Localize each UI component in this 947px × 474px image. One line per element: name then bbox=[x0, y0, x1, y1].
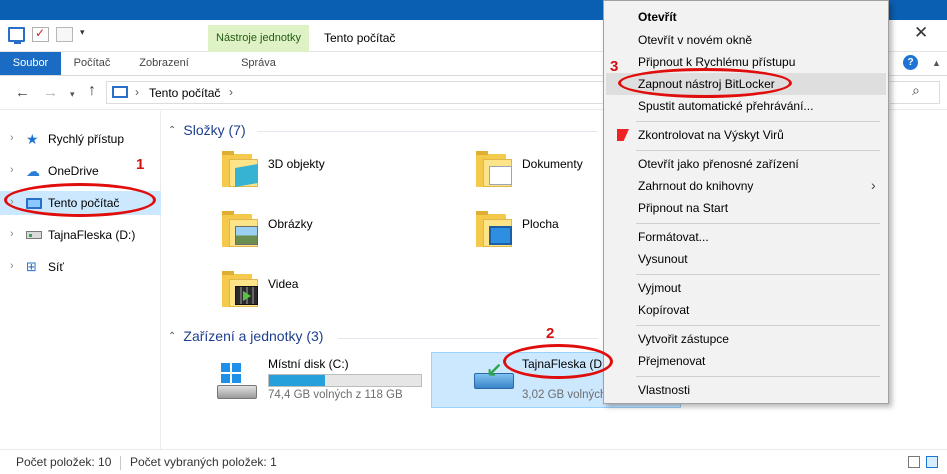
menu-item-eject[interactable]: Vysunout bbox=[606, 248, 886, 270]
annotation-step-3: 3 bbox=[610, 58, 619, 75]
details-view-icon[interactable] bbox=[908, 456, 920, 468]
expand-chevron-icon[interactable]: › bbox=[10, 132, 14, 144]
videos-folder-icon[interactable] bbox=[222, 271, 258, 307]
local-disk-icon[interactable] bbox=[217, 363, 259, 399]
drive-free-space: 3,02 GB volných bbox=[522, 389, 607, 401]
disk-usage-bar bbox=[268, 374, 422, 387]
address-bar[interactable]: › Tento počítač › bbox=[106, 81, 606, 104]
sidebar-item-label: OneDrive bbox=[48, 164, 99, 178]
properties-icon[interactable] bbox=[32, 26, 49, 42]
folder-name[interactable]: 3D objekty bbox=[268, 157, 325, 171]
annotation-ring-bitlocker bbox=[618, 68, 792, 98]
menu-item-create-shortcut[interactable]: Vytvořit zástupce bbox=[606, 328, 886, 350]
menu-item-scan-viruses[interactable]: Zkontrolovat na Výskyt Virů bbox=[606, 124, 886, 146]
drive-free-space: 74,4 GB volných z 118 GB bbox=[268, 389, 403, 401]
close-icon[interactable]: ✕ bbox=[914, 23, 928, 43]
submenu-arrow-icon: › bbox=[871, 177, 876, 193]
folder-name[interactable]: Videa bbox=[268, 277, 298, 291]
menu-separator bbox=[636, 150, 880, 151]
computer-icon bbox=[8, 27, 25, 44]
search-icon[interactable]: ⌕ bbox=[912, 82, 920, 99]
network-icon: ⊞ bbox=[26, 259, 37, 274]
sidebar-item-label: Rychlý přístup bbox=[48, 132, 125, 146]
breadcrumb-chevron-icon[interactable]: › bbox=[135, 85, 139, 99]
pictures-folder-icon[interactable] bbox=[222, 211, 258, 247]
menu-item-open[interactable]: Otevřít bbox=[606, 6, 886, 28]
folder-name[interactable]: Obrázky bbox=[268, 217, 313, 231]
menu-item-open-new-window[interactable]: Otevřít v novém okně bbox=[606, 29, 886, 51]
group-divider bbox=[338, 338, 598, 339]
menu-separator bbox=[636, 121, 880, 122]
sidebar-item-network[interactable]: › ⊞ Síť bbox=[0, 255, 161, 279]
annotation-step-1: 1 bbox=[136, 156, 145, 173]
tiles-view-icon[interactable] bbox=[926, 456, 938, 468]
group-title: Zařízení a jednotky (3) bbox=[183, 328, 324, 344]
drive-icon bbox=[26, 231, 42, 239]
selected-count: Počet vybraných položek: 1 bbox=[130, 455, 277, 469]
tab-manage[interactable]: Správa bbox=[208, 52, 309, 75]
breadcrumb[interactable]: Tento počítač bbox=[149, 86, 220, 100]
menu-separator bbox=[636, 376, 880, 377]
menu-item-open-portable-device[interactable]: Otevřít jako přenosné zařízení bbox=[606, 153, 886, 175]
forward-arrow-icon[interactable]: → bbox=[43, 84, 58, 101]
menu-item-properties[interactable]: Vlastnosti bbox=[606, 379, 886, 401]
tab-view[interactable]: Zobrazení bbox=[124, 52, 204, 75]
view-switcher bbox=[908, 456, 938, 468]
menu-item-rename[interactable]: Přejmenovat bbox=[606, 350, 886, 372]
group-header-devices[interactable]: ⌃ Zařízení a jednotky (3) bbox=[168, 328, 323, 344]
tab-computer[interactable]: Počítač bbox=[62, 52, 122, 75]
status-divider bbox=[120, 456, 121, 470]
collapse-caret-icon[interactable]: ⌃ bbox=[168, 331, 176, 342]
status-bar: Počet položek: 10 Počet vybraných polože… bbox=[0, 449, 947, 474]
folder-name[interactable]: Plocha bbox=[522, 217, 559, 231]
star-icon: ★ bbox=[26, 131, 39, 147]
expand-chevron-icon[interactable]: › bbox=[10, 228, 14, 240]
menu-item-pin-to-start[interactable]: Připnout na Start bbox=[606, 197, 886, 219]
sidebar-item-label: TajnaFleska (D:) bbox=[48, 228, 136, 242]
cloud-icon: ☁ bbox=[26, 163, 40, 179]
group-divider bbox=[257, 131, 597, 132]
back-arrow-icon[interactable]: ← bbox=[15, 84, 30, 101]
desktop-folder-icon[interactable] bbox=[476, 211, 512, 247]
group-header-folders[interactable]: ⌃ Složky (7) bbox=[168, 122, 246, 138]
menu-item-cut[interactable]: Vyjmout bbox=[606, 277, 886, 299]
sidebar-item-quick-access[interactable]: › ★ Rychlý přístup bbox=[0, 127, 161, 151]
disk-usage-fill bbox=[269, 375, 326, 386]
up-arrow-icon[interactable]: ↑ bbox=[88, 82, 96, 100]
documents-folder-icon[interactable] bbox=[476, 151, 512, 187]
menu-separator bbox=[636, 325, 880, 326]
quick-access-toolbar: ▾ bbox=[8, 26, 90, 44]
menu-separator bbox=[636, 274, 880, 275]
menu-item-include-in-library[interactable]: Zahrnout do knihovny › bbox=[606, 175, 886, 197]
annotation-ring-this-pc bbox=[4, 183, 156, 217]
new-folder-icon[interactable] bbox=[56, 27, 73, 42]
folder-name[interactable]: Dokumenty bbox=[522, 157, 583, 171]
monitor-icon bbox=[112, 86, 128, 98]
menu-item-copy[interactable]: Kopírovat bbox=[606, 299, 886, 321]
context-menu: Otevřít Otevřít v novém okně Připnout k … bbox=[603, 0, 889, 404]
chevron-down-icon[interactable]: ▾ bbox=[80, 27, 90, 42]
recent-locations-chevron-icon[interactable]: ▾ bbox=[70, 89, 75, 100]
expand-chevron-icon[interactable]: › bbox=[10, 260, 14, 272]
menu-separator bbox=[636, 223, 880, 224]
sidebar-item-label: Síť bbox=[48, 260, 64, 274]
antivirus-shield-icon bbox=[617, 129, 629, 141]
3d-objects-folder-icon[interactable] bbox=[222, 151, 258, 188]
breadcrumb-chevron-icon[interactable]: › bbox=[229, 85, 233, 99]
expand-chevron-icon[interactable]: › bbox=[10, 164, 14, 176]
help-icon[interactable]: ? bbox=[903, 55, 918, 70]
window-title: Tento počítač bbox=[324, 31, 396, 45]
contextual-tab-drive-tools: Nástroje jednotky bbox=[208, 25, 309, 52]
menu-item-format[interactable]: Formátovat... bbox=[606, 226, 886, 248]
drive-name[interactable]: Místní disk (C:) bbox=[268, 357, 349, 371]
annotation-ring-drive bbox=[503, 344, 613, 379]
sidebar-item-drive-d[interactable]: › TajnaFleska (D:) bbox=[0, 223, 161, 247]
item-count: Počet položek: 10 bbox=[16, 455, 112, 469]
ribbon-collapse-icon[interactable]: ▲ bbox=[932, 58, 941, 68]
group-title: Složky (7) bbox=[183, 122, 246, 138]
collapse-caret-icon[interactable]: ⌃ bbox=[168, 125, 176, 136]
annotation-step-2: 2 bbox=[546, 325, 555, 342]
menu-item-autoplay[interactable]: Spustit automatické přehrávání... bbox=[606, 95, 886, 117]
tab-file[interactable]: Soubor bbox=[0, 52, 61, 75]
